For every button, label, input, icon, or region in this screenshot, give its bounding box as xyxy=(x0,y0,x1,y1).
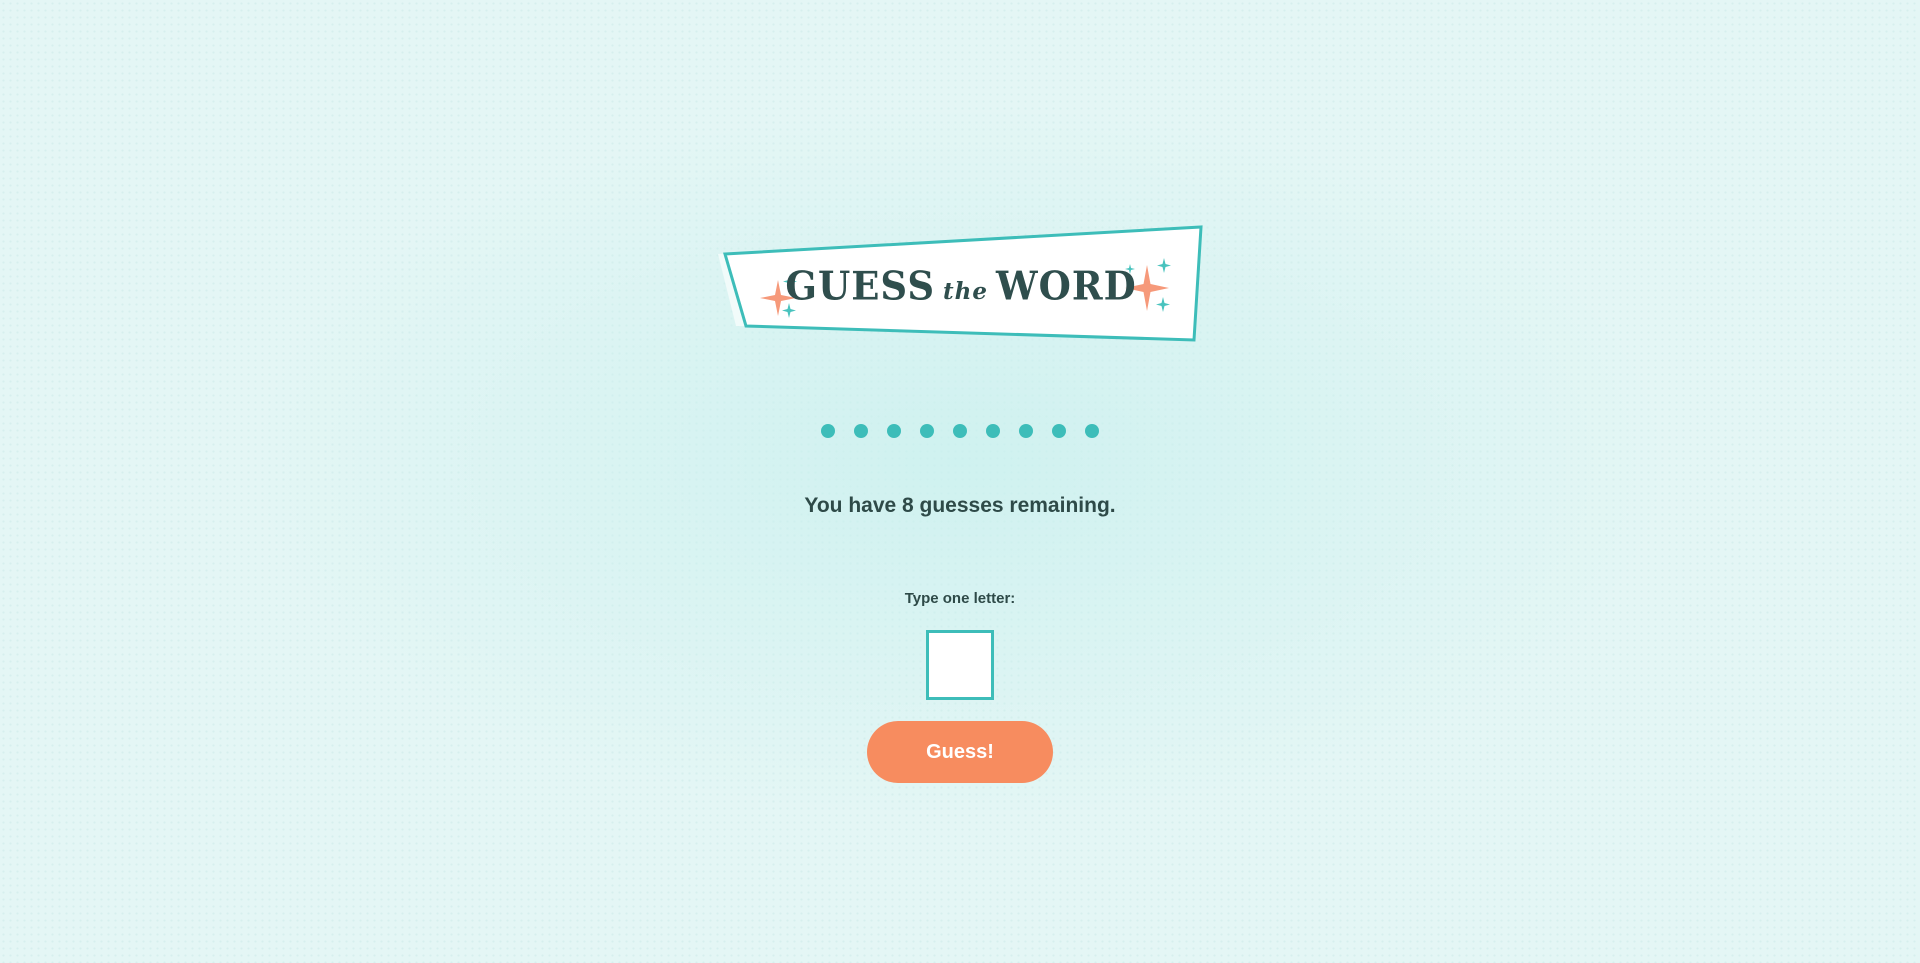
logo-title: GUESS the WORD xyxy=(718,262,1204,310)
word-progress xyxy=(0,424,1920,438)
logo-word-guess: GUESS xyxy=(785,262,936,310)
game-stage: GUESS the WORD You have 8 guesses remainin… xyxy=(0,0,1920,963)
guesses-remaining-text: You have 8 guesses remaining. xyxy=(804,494,1116,517)
guess-the-word-logo: GUESS the WORD xyxy=(718,222,1204,346)
logo-word-the: the xyxy=(943,278,989,305)
guess-button[interactable]: Guess! xyxy=(867,721,1053,783)
letter-prompt-label: Type one letter: xyxy=(904,590,1016,607)
hidden-letter-dot xyxy=(1085,424,1099,438)
hidden-letter-dot xyxy=(986,424,1000,438)
hidden-letter-dot xyxy=(920,424,934,438)
hidden-letter-dot xyxy=(1052,424,1066,438)
hidden-letter-dot xyxy=(953,424,967,438)
hidden-letter-dot xyxy=(821,424,835,438)
letter-input[interactable] xyxy=(926,630,994,700)
logo-word-word: WORD xyxy=(996,262,1137,310)
hidden-letter-dot xyxy=(854,424,868,438)
hidden-letter-dot xyxy=(1019,424,1033,438)
hidden-letter-dot xyxy=(887,424,901,438)
